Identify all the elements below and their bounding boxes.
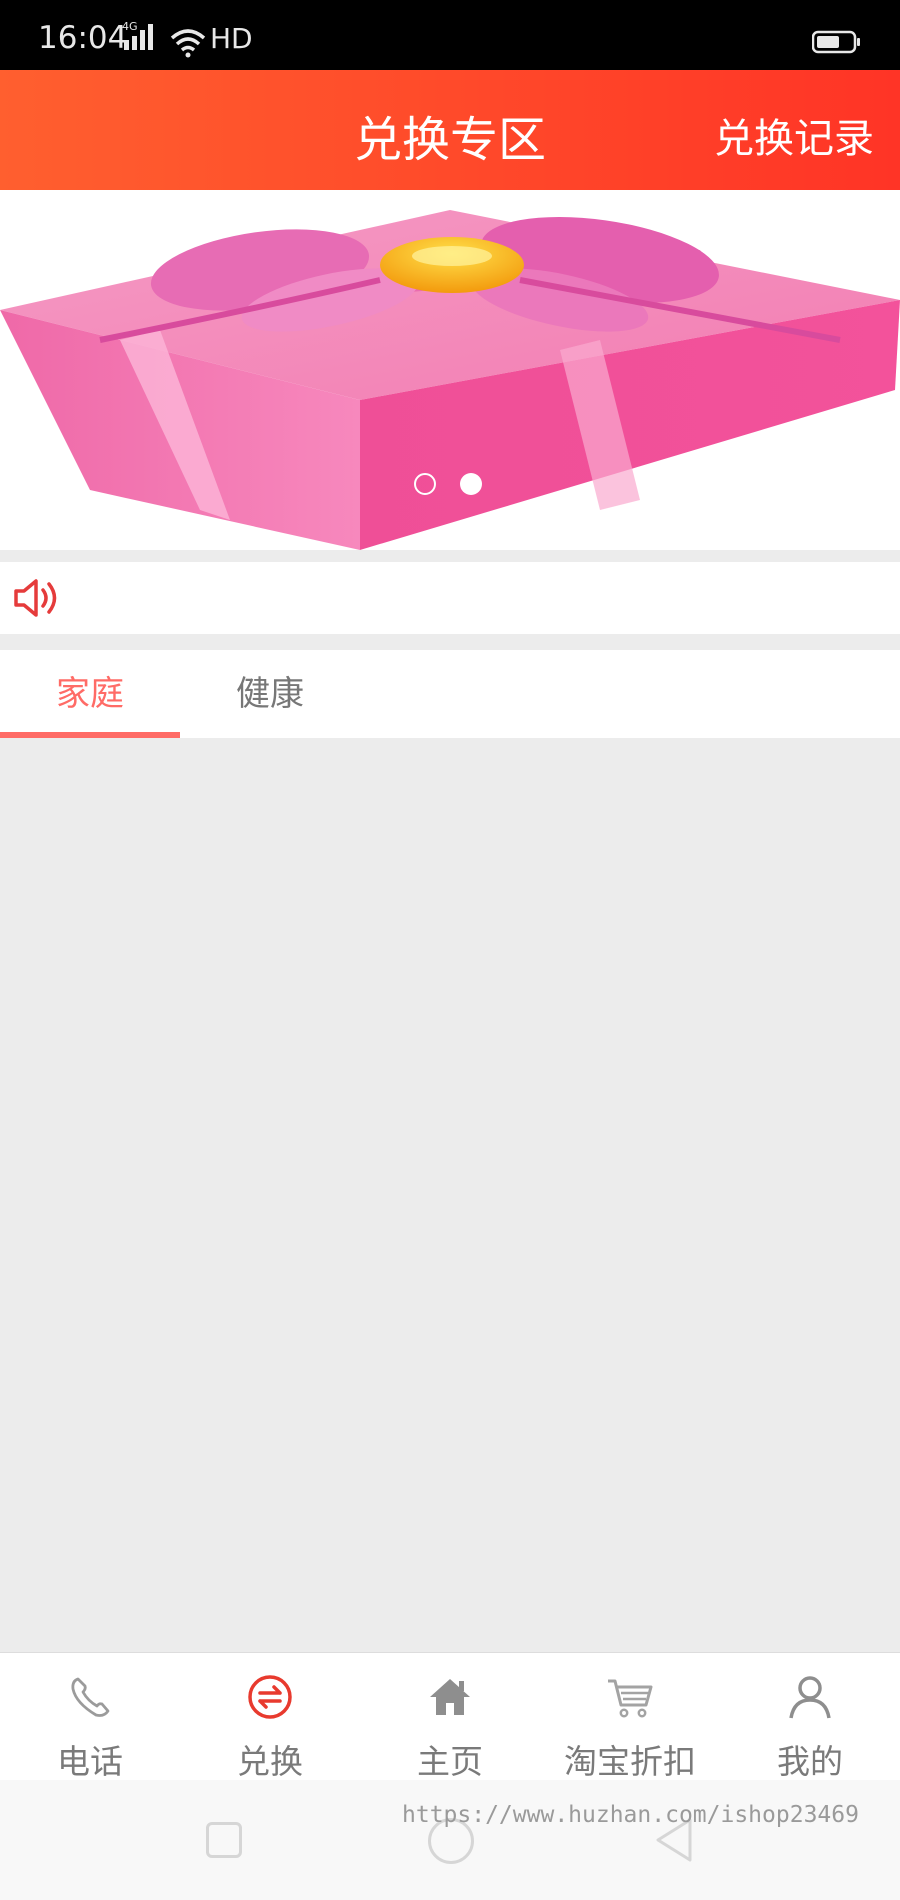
nav-taobao-discount[interactable]: 淘宝折扣 — [540, 1653, 720, 1781]
nav-mine[interactable]: 我的 — [720, 1653, 900, 1781]
carousel-dot-1[interactable] — [414, 473, 436, 495]
category-tabs: 家庭 健康 — [0, 650, 900, 738]
notice-bar — [0, 562, 900, 634]
exchange-record-link[interactable]: 兑换记录 — [714, 106, 874, 164]
phone-icon — [71, 1677, 110, 1717]
status-bar: 16:04 4G HD — [0, 0, 900, 70]
bottom-nav: 电话 兑换 主页 淘宝折扣 我的 — [0, 1652, 900, 1781]
nav-mine-label: 我的 — [777, 1742, 843, 1781]
product-list-area — [0, 738, 900, 1652]
wifi-icon — [170, 29, 206, 58]
tab-family[interactable]: 家庭 — [0, 650, 180, 738]
signal-4g-icon: 4G — [122, 20, 153, 50]
cart-icon — [608, 1679, 653, 1718]
carousel-dot-2[interactable] — [460, 473, 482, 495]
tab-health[interactable]: 健康 — [180, 650, 360, 738]
hd-indicator: HD — [210, 22, 253, 55]
nav-taobao-discount-label: 淘宝折扣 — [564, 1742, 696, 1781]
user-icon — [789, 1676, 831, 1719]
status-time: 16:04 — [38, 20, 128, 56]
home-icon — [430, 1679, 470, 1715]
nav-home-label: 主页 — [417, 1742, 483, 1781]
nav-phone[interactable]: 电话 — [0, 1653, 180, 1781]
nav-exchange[interactable]: 兑换 — [180, 1653, 360, 1781]
app-header: 兑换专区 兑换记录 — [0, 70, 900, 190]
watermark-text: https://www.huzhan.com/ishop23469 — [402, 1802, 859, 1828]
battery-icon — [812, 30, 860, 54]
gift-box-image — [0, 210, 900, 550]
system-nav-bar — [0, 1780, 900, 1900]
nav-exchange-label: 兑换 — [237, 1742, 303, 1781]
recent-apps-button[interactable] — [206, 1822, 242, 1858]
exchange-icon — [248, 1675, 292, 1719]
banner-carousel[interactable] — [0, 190, 900, 550]
speaker-icon — [14, 579, 57, 617]
nav-phone-label: 电话 — [57, 1742, 123, 1781]
svg-text:4G: 4G — [122, 20, 138, 33]
nav-home[interactable]: 主页 — [360, 1653, 540, 1781]
